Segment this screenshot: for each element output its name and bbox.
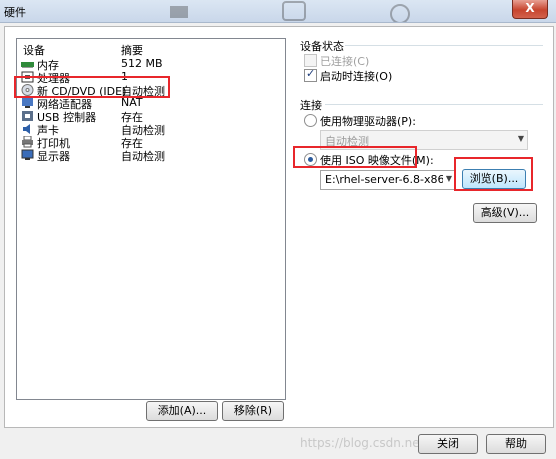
window-title: 硬件	[4, 6, 26, 19]
add-button-label: 添加(A)...	[157, 404, 207, 417]
iso-path-value: E:\rhel-server-6.8-x86_64-d	[325, 173, 443, 186]
device-status-title: 设备状态	[300, 40, 344, 53]
remove-button-label: 移除(R)	[233, 404, 273, 417]
device-row-network[interactable]: 网络适配器 NAT	[17, 96, 285, 111]
help-button-label: 帮助	[505, 437, 527, 450]
display-icon	[21, 149, 34, 160]
printer-icon	[22, 136, 33, 148]
add-device-button[interactable]: 添加(A)...	[146, 401, 218, 421]
highlight-iso-option	[293, 146, 417, 168]
device-row-printer[interactable]: 打印机 存在	[17, 136, 285, 150]
close-button-label: 关闭	[437, 437, 459, 450]
highlight-cd-dvd	[14, 76, 170, 98]
column-header-summary[interactable]: 摘要	[121, 42, 143, 58]
column-header-device[interactable]: 设备	[23, 42, 45, 58]
memory-icon	[21, 62, 34, 68]
device-row-memory[interactable]: 内存 512 MB	[17, 57, 285, 72]
device-row-usb[interactable]: USB 控制器 存在	[17, 110, 285, 124]
advanced-button[interactable]: 高级(V)...	[473, 203, 537, 223]
physical-drive-radio[interactable]	[304, 114, 317, 127]
connection-title: 连接	[300, 99, 322, 112]
group-divider	[325, 104, 543, 105]
highlight-browse	[454, 157, 533, 191]
device-row-display[interactable]: 显示器 自动检测	[17, 149, 285, 163]
device-row-sound[interactable]: 声卡 自动检测	[17, 123, 285, 137]
connected-label: 已连接(C)	[320, 55, 370, 68]
connected-checkbox[interactable]	[304, 54, 317, 67]
toolbar-background-icon-2	[282, 1, 306, 21]
connect-at-power-on-checkbox[interactable]	[304, 67, 317, 82]
advanced-button-label: 高级(V)...	[480, 206, 530, 219]
device-summary: 512 MB	[121, 57, 163, 70]
usb-icon	[22, 111, 33, 121]
network-adapter-icon	[22, 98, 33, 108]
sound-card-icon	[23, 124, 30, 134]
device-summary: 自动检测	[121, 150, 165, 163]
physical-drive-label: 使用物理驱动器(P):	[320, 115, 416, 128]
device-list-header: 设备 摘要	[17, 39, 285, 57]
help-button[interactable]: 帮助	[486, 434, 546, 454]
toolbar-background-icon-3	[390, 4, 410, 22]
connect-at-power-on-label: 启动时连接(O)	[320, 70, 393, 83]
remove-device-button[interactable]: 移除(R)	[222, 401, 284, 421]
device-name: 显示器	[37, 150, 70, 163]
group-divider	[345, 45, 543, 46]
chevron-down-icon: ▼	[445, 174, 452, 183]
title-bar: 硬件 X	[0, 0, 556, 23]
close-window-button[interactable]: X	[512, 0, 548, 19]
close-button[interactable]: 关闭	[418, 434, 478, 454]
toolbar-background-icon	[170, 6, 188, 18]
iso-path-select[interactable]: E:\rhel-server-6.8-x86_64-d ▼	[320, 170, 456, 190]
chevron-down-icon: ▼	[517, 134, 524, 143]
